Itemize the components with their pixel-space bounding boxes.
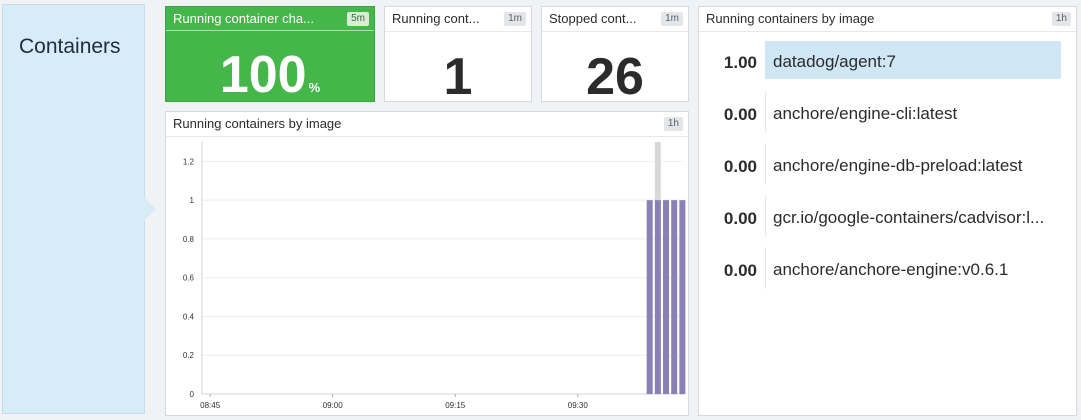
timeframe-badge: 1h <box>1051 12 1071 26</box>
y-tick-label: 0.4 <box>183 312 195 321</box>
group-arrow <box>144 197 156 221</box>
y-tick-label: 0.2 <box>183 351 195 360</box>
widget-title: Running cont... <box>392 11 480 26</box>
data-bar <box>646 200 653 394</box>
header-divider <box>385 31 531 32</box>
toplist-row[interactable]: 0.00 gcr.io/google-containers/cadvisor:l.… <box>699 195 1076 247</box>
toplist-value: 0.00 <box>723 209 757 228</box>
widget-title: Stopped cont... <box>549 11 637 26</box>
data-bar <box>663 200 670 394</box>
change-value: 100% <box>166 47 374 116</box>
x-tick-label: 09:30 <box>568 401 589 410</box>
toplist-row[interactable]: 0.00 anchore/anchore-engine:v0.6.1 <box>699 247 1076 299</box>
y-tick-label: 0.6 <box>183 274 195 283</box>
toplist-name: anchore/anchore-engine:v0.6.1 <box>773 260 1009 279</box>
toplist-divider <box>765 91 766 133</box>
timeframe-badge: 5m <box>347 12 369 26</box>
data-bar <box>654 200 661 394</box>
toplist-widget[interactable]: Running containers by image 1h 1.00 datad… <box>698 6 1077 416</box>
toplist-row[interactable]: 0.00 anchore/engine-cli:latest <box>699 91 1076 143</box>
x-tick-label: 08:45 <box>200 401 221 410</box>
toplist-divider <box>765 247 766 289</box>
header-divider <box>166 30 374 31</box>
group-title: Containers <box>19 35 121 58</box>
widget-title: Running containers by image <box>706 11 875 26</box>
header-divider <box>699 31 1076 32</box>
toplist-row[interactable]: 0.00 anchore/engine-db-preload:latest <box>699 143 1076 195</box>
toplist-name: anchore/engine-db-preload:latest <box>773 156 1023 175</box>
timeframe-badge: 1m <box>661 12 683 26</box>
y-tick-label: 0 <box>190 390 195 399</box>
timeseries-widget[interactable]: Running containers by image 1h 0 0.2 0.4 0.… <box>165 111 689 416</box>
y-tick-label: 1 <box>190 196 195 205</box>
data-bar <box>671 200 678 394</box>
stopped-containers-widget[interactable]: Stopped cont... 1m 26 <box>541 6 689 106</box>
toplist-row[interactable]: 1.00 datadog/agent:7 <box>699 39 1076 91</box>
y-tick-label: 0.8 <box>183 235 195 244</box>
toplist-divider <box>765 143 766 185</box>
toplist-value: 0.00 <box>723 105 757 124</box>
toplist-name: anchore/engine-cli:latest <box>773 104 958 123</box>
toplist-name: gcr.io/google-containers/cadvisor:l... <box>773 208 1045 227</box>
toplist-value: 0.00 <box>723 157 757 176</box>
timeframe-badge: 1h <box>663 117 683 131</box>
timeframe-badge: 1m <box>504 12 526 26</box>
toplist-value: 0.00 <box>723 261 757 280</box>
containers-group: Containers <box>2 4 145 414</box>
stopped-count: 26 <box>586 48 644 106</box>
running-change-widget[interactable]: Running container cha... 5m 100% <box>165 6 375 103</box>
running-count: 1 <box>443 48 473 106</box>
header-divider <box>542 31 688 32</box>
change-unit: % <box>308 80 321 95</box>
widget-title: Running container cha... <box>173 11 314 26</box>
change-number: 100 <box>219 46 307 104</box>
timeseries-chart[interactable]: 0 0.2 0.4 0.6 0.8 1 1.2 08:45 09:00 09:15 09:30 <box>166 136 688 415</box>
widget-title: Running containers by image <box>173 116 342 131</box>
x-tick-label: 09:00 <box>323 401 344 410</box>
toplist-name: datadog/agent:7 <box>773 52 896 71</box>
toplist-divider <box>765 195 766 237</box>
data-bar <box>679 200 686 394</box>
running-containers-widget[interactable]: Running cont... 1m 1 <box>384 6 532 106</box>
toplist-value: 1.00 <box>723 53 757 72</box>
y-tick-label: 1.2 <box>183 157 195 166</box>
x-tick-label: 09:15 <box>445 401 466 410</box>
